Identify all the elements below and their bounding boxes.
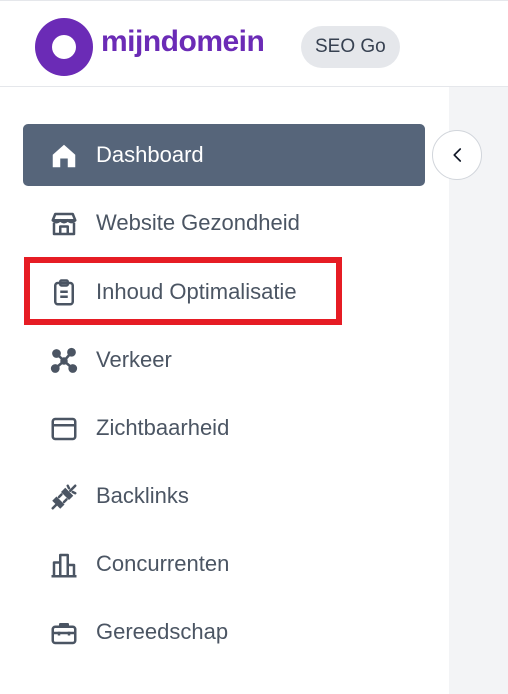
plan-badge: SEO Go <box>301 26 400 68</box>
toolbox-icon <box>49 618 79 648</box>
sidebar-item-label: Dashboard <box>96 142 204 167</box>
sidebar-item-verkeer[interactable]: Verkeer <box>23 329 425 391</box>
sidebar-item-concurrenten[interactable]: Concurrenten <box>23 533 425 595</box>
sidebar-item-label: Verkeer <box>96 347 172 372</box>
sidebar-item-label: Website Gezondheid <box>96 210 300 235</box>
collapse-sidebar-button[interactable] <box>432 130 482 180</box>
sidebar-item-label: Concurrenten <box>96 551 230 576</box>
home-icon <box>49 141 79 171</box>
brand-logo-icon[interactable] <box>35 18 93 76</box>
plug-icon <box>49 482 79 512</box>
storefront-icon <box>49 209 79 239</box>
buildings-icon <box>49 550 79 580</box>
sidebar-item-website-gezondheid[interactable]: Website Gezondheid <box>23 192 425 254</box>
sidebar-item-label: Zichtbaarheid <box>96 415 230 440</box>
network-nodes-icon <box>49 346 79 376</box>
app-header: mijndomein SEO Go <box>0 0 508 87</box>
brand-name[interactable]: mijndomein <box>101 25 265 59</box>
sidebar-item-label: Gereedschap <box>96 619 229 644</box>
chevron-left-icon <box>453 148 462 162</box>
sidebar-item-backlinks[interactable]: Backlinks <box>23 465 425 527</box>
highlight-box <box>24 257 342 325</box>
sidebar-item-dashboard[interactable]: Dashboard <box>23 124 425 186</box>
browser-window-icon <box>49 414 79 444</box>
sidebar-item-gereedschap[interactable]: Gereedschap <box>23 601 425 663</box>
sidebar-item-label: Backlinks <box>96 483 189 508</box>
sidebar-item-zichtbaarheid[interactable]: Zichtbaarheid <box>23 397 425 459</box>
